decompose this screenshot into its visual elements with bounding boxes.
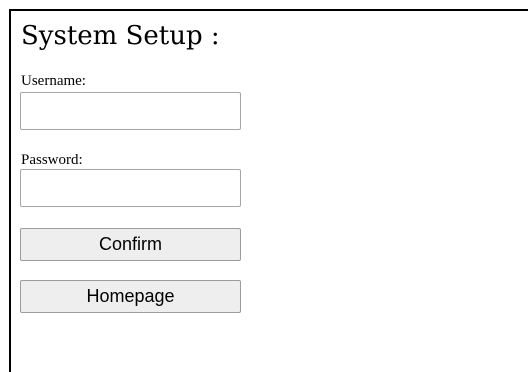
username-input[interactable] xyxy=(20,92,241,130)
homepage-button[interactable]: Homepage xyxy=(20,280,241,313)
password-label: Password: xyxy=(21,152,83,168)
password-input[interactable] xyxy=(20,169,241,207)
page-title: System Setup : xyxy=(21,21,220,51)
username-label: Username: xyxy=(21,73,86,89)
confirm-button[interactable]: Confirm xyxy=(20,228,241,261)
setup-panel: System Setup : Username: Password: Confi… xyxy=(9,9,528,372)
